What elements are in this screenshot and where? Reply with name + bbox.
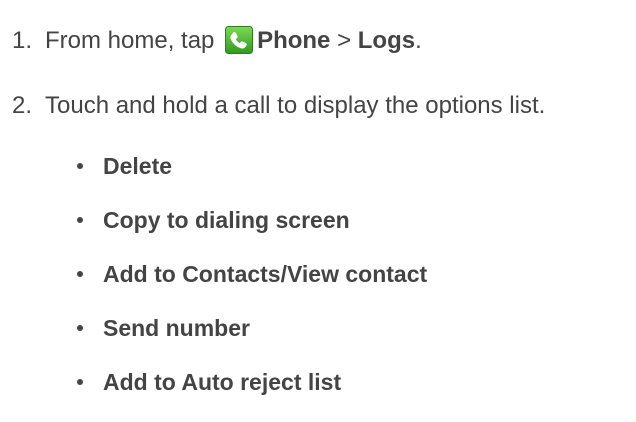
option-item: Copy to dialing screen [77,206,427,260]
bullet-icon [77,217,83,223]
bullet-icon [77,379,83,385]
option-label: Add to Auto reject list [103,369,342,395]
options-list: Delete Copy to dialing screen Add to Con… [77,152,427,422]
instruction-document: 1. From home, tap Phone > Logs. 2. Touch a… [0,0,636,409]
option-label: Delete [103,153,173,179]
logs-label: Logs [357,27,416,54]
option-label: Send number [103,315,250,341]
step-text: Touch and hold a call to display the opt… [45,92,546,119]
bullet-icon [77,325,83,331]
option-label: Add to Contacts/View contact [103,261,428,287]
step-2: 2. Touch and hold a call to display the o… [12,92,545,120]
separator: > [330,27,358,54]
option-item: Add to Auto reject list [77,368,427,422]
option-item: Add to Contacts/View contact [77,260,427,314]
step-number: 2. [12,92,33,119]
option-item: Send number [77,314,427,368]
phone-label: Phone [257,27,331,54]
step-1: 1. From home, tap Phone > Logs. [12,26,422,55]
option-item: Delete [77,152,427,206]
option-label: Copy to dialing screen [103,207,350,233]
period: . [415,27,422,54]
phone-app-icon [225,26,254,54]
bullet-icon [77,163,83,169]
step-text: From home, tap [45,27,222,54]
bullet-icon [77,271,83,277]
step-number: 1. [12,27,33,54]
